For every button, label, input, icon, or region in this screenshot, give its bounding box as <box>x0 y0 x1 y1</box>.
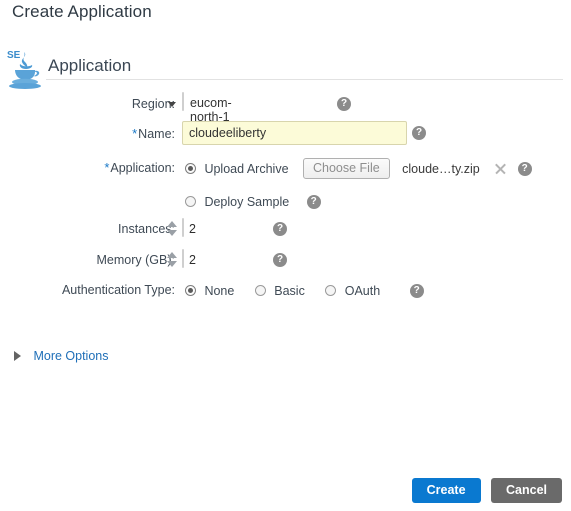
name-label-text: Name: <box>138 127 175 141</box>
spinner-down-icon[interactable] <box>167 261 177 267</box>
auth-type-help-icon[interactable]: ? <box>409 284 424 298</box>
radio-upload-archive-label: Upload Archive <box>204 161 289 176</box>
form-row-instances: Instances: 2 ? <box>0 216 571 247</box>
form-row-application: *Application: Upload Archive Choose File… <box>0 156 571 216</box>
clear-file-icon[interactable] <box>494 162 507 175</box>
application-form: Region: eucom-north-1 ? *Name: ? *Applic… <box>0 92 571 306</box>
triangle-right-icon <box>14 350 21 361</box>
auth-type-options: None Basic OAuth ? <box>185 282 424 300</box>
application-label: *Application: <box>0 160 175 175</box>
region-field-group: eucom-north-1 <box>168 92 232 124</box>
section-header: SE Application <box>0 46 571 89</box>
cancel-button[interactable]: Cancel <box>491 478 562 503</box>
spinner-up-icon[interactable] <box>167 252 177 258</box>
instances-stepper[interactable]: 2 <box>167 218 196 237</box>
form-row-region: Region: eucom-north-1 ? <box>0 92 571 124</box>
selected-file-name: cloude…ty.zip <box>402 161 480 176</box>
more-options-label: More Options <box>33 348 109 363</box>
radio-upload-archive[interactable]: Upload Archive <box>185 160 289 178</box>
svg-text:SE: SE <box>7 50 21 61</box>
form-row-memory: Memory (GB): 2 ? <box>0 247 571 278</box>
name-field-group <box>182 121 407 145</box>
radio-auth-oauth-label: OAuth <box>344 284 381 298</box>
radio-auth-none[interactable]: None <box>185 282 234 300</box>
application-required-marker: * <box>104 160 110 175</box>
region-help-icon[interactable]: ? <box>337 97 351 111</box>
memory-field-group: 2 <box>167 249 196 268</box>
application-label-text: Application: <box>110 161 175 175</box>
memory-label: Memory (GB): <box>96 253 175 267</box>
deploy-sample-group: Deploy Sample ? <box>185 193 321 211</box>
memory-value: 2 <box>189 253 196 267</box>
instances-value: 2 <box>189 222 196 236</box>
region-select[interactable]: eucom-north-1 <box>168 92 232 124</box>
page-title: Create Application <box>12 2 152 21</box>
name-help-icon[interactable]: ? <box>412 126 426 140</box>
java-se-logo-icon: SE <box>6 46 48 90</box>
deploy-sample-help-icon[interactable]: ? <box>306 195 321 209</box>
radio-auth-basic-label: Basic <box>274 284 305 298</box>
instances-help-icon[interactable]: ? <box>273 222 287 236</box>
create-button[interactable]: Create <box>411 478 481 503</box>
instances-spinner[interactable] <box>167 220 178 237</box>
section-divider <box>46 79 563 80</box>
more-options-toggle[interactable]: More Options <box>14 347 108 365</box>
radio-deploy-sample-dot <box>185 196 196 207</box>
radio-deploy-sample[interactable]: Deploy Sample <box>185 193 289 211</box>
spinner-down-icon[interactable] <box>167 230 177 236</box>
radio-auth-none-dot <box>185 285 196 296</box>
upload-archive-group: Upload Archive Choose File cloude…ty.zip… <box>185 158 532 179</box>
name-label: *Name: <box>0 126 175 141</box>
memory-help-icon[interactable]: ? <box>273 253 287 267</box>
memory-stepper[interactable]: 2 <box>167 249 196 268</box>
memory-spinner[interactable] <box>167 251 178 268</box>
radio-upload-archive-dot <box>185 162 196 174</box>
radio-auth-none-label: None <box>204 284 235 298</box>
spinner-up-icon[interactable] <box>167 221 177 227</box>
region-label: Region: <box>131 97 175 111</box>
name-input[interactable] <box>182 121 407 145</box>
choose-file-button[interactable]: Choose File <box>302 158 390 179</box>
application-help-icon[interactable]: ? <box>517 161 532 176</box>
form-row-auth-type: Authentication Type: None Basic OAuth ? <box>0 278 571 306</box>
radio-auth-basic[interactable]: Basic <box>254 282 305 300</box>
instances-field-group: 2 <box>167 218 196 237</box>
chevron-down-icon <box>168 102 176 107</box>
dialog-footer: Create Cancel <box>411 478 562 503</box>
radio-auth-basic-dot <box>254 285 266 296</box>
form-row-name: *Name: ? <box>0 121 571 156</box>
radio-auth-oauth-dot <box>325 285 337 296</box>
section-title: Application <box>48 56 132 75</box>
radio-deploy-sample-label: Deploy Sample <box>204 195 290 209</box>
region-select-value: eucom-north-1 <box>190 96 232 124</box>
auth-type-label: Authentication Type: <box>61 283 175 297</box>
instances-label: Instances: <box>118 222 175 236</box>
radio-auth-oauth[interactable]: OAuth <box>325 282 380 300</box>
name-required-marker: * <box>132 126 138 141</box>
